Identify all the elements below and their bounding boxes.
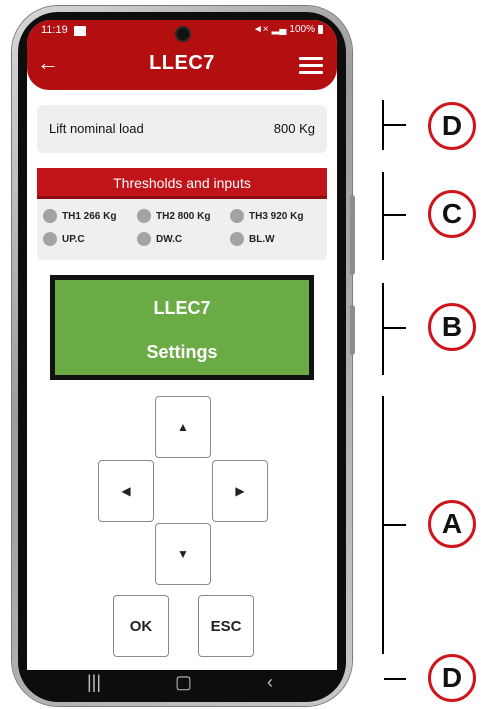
- status-icons: ◄× ▂▄ 100%: [253, 24, 323, 35]
- indicator-label: TH2 800 Kg: [156, 210, 211, 222]
- down-button[interactable]: ▼: [155, 523, 211, 585]
- up-button[interactable]: ▲: [155, 396, 211, 458]
- callout-tick: [384, 124, 406, 126]
- home-icon[interactable]: ▢: [175, 672, 192, 693]
- led-icon: [137, 232, 151, 246]
- recents-icon[interactable]: |||: [87, 672, 101, 693]
- callout-badge-d-bottom: D: [428, 654, 476, 702]
- callout-badge-c: C: [428, 190, 476, 238]
- volume-key: [350, 195, 355, 275]
- lcd-line-1: LLEC7: [153, 298, 211, 318]
- left-button[interactable]: ◀: [98, 460, 154, 522]
- nominal-load-label: Lift nominal load: [49, 121, 144, 136]
- callout-bracket-b: [382, 283, 384, 375]
- nominal-load-value: 800 Kg: [273, 121, 315, 136]
- led-icon: [230, 232, 244, 246]
- gallery-notification-icon: [74, 26, 86, 36]
- hamburger-menu-icon[interactable]: [299, 57, 323, 74]
- signal-icon: ▂▄: [271, 24, 287, 35]
- callout-bracket-c: [382, 172, 384, 260]
- ok-label: OK: [129, 617, 153, 635]
- callout-tick: [384, 214, 406, 216]
- right-button[interactable]: ▶: [212, 460, 268, 522]
- back-icon[interactable]: ‹: [267, 672, 273, 693]
- thresholds-panel: Thresholds and inputs TH1 266 Kg TH2 800…: [37, 168, 327, 260]
- callout-tick: [384, 524, 406, 526]
- callout-badge-d: D: [428, 102, 476, 150]
- callout-tick: [384, 327, 406, 329]
- callout-badge-a: A: [428, 500, 476, 548]
- arrow-up-icon: ▲: [177, 420, 189, 434]
- indicator-th3: TH3 920 Kg: [230, 209, 303, 223]
- indicator-label: TH3 920 Kg: [249, 210, 304, 222]
- app-bar: 11:19 ◄× ▂▄ 100% ← LLEC7: [27, 20, 337, 90]
- mute-icon: ◄×: [252, 24, 269, 35]
- arrow-left-icon: ◀: [121, 484, 131, 498]
- nominal-load-row: Lift nominal load 800 Kg: [37, 105, 327, 153]
- led-icon: [230, 209, 244, 223]
- callout-badge-b: B: [428, 303, 476, 351]
- ok-button[interactable]: OK: [113, 595, 169, 657]
- indicator-up-c: UP.C: [43, 232, 85, 246]
- system-nav-bar: ||| ▢ ‹: [27, 668, 337, 704]
- figure: 11:19 ◄× ▂▄ 100% ← LLEC7 Lift nominal lo…: [0, 0, 485, 709]
- lcd-display: LLEC7 Settings: [50, 275, 314, 380]
- front-camera: [177, 28, 189, 40]
- power-key: [350, 305, 355, 355]
- status-time: 11:19: [41, 24, 68, 36]
- battery-percent: 100%: [289, 24, 315, 35]
- arrow-right-icon: ▶: [235, 484, 245, 498]
- thresholds-title: Thresholds and inputs: [37, 168, 327, 199]
- page-title: LLEC7: [149, 52, 215, 74]
- esc-button[interactable]: ESC: [198, 595, 254, 657]
- led-icon: [43, 232, 57, 246]
- callout-tick: [384, 678, 406, 680]
- led-icon: [137, 209, 151, 223]
- led-icon: [43, 209, 57, 223]
- battery-icon: [318, 25, 323, 34]
- indicator-th2: TH2 800 Kg: [137, 209, 210, 223]
- arrow-down-icon: ▼: [177, 547, 189, 561]
- indicator-dw-c: DW.C: [137, 232, 182, 246]
- indicator-label: BL.W: [249, 233, 275, 245]
- indicator-label: TH1 266 Kg: [62, 210, 117, 222]
- esc-label: ESC: [210, 617, 242, 635]
- indicator-bl-w: BL.W: [230, 232, 275, 246]
- indicator-th1: TH1 266 Kg: [43, 209, 116, 223]
- lcd-line-2: Settings: [146, 342, 218, 362]
- indicator-label: UP.C: [62, 233, 85, 245]
- app-screen: 11:19 ◄× ▂▄ 100% ← LLEC7 Lift nominal lo…: [27, 20, 337, 670]
- indicator-label: DW.C: [156, 233, 183, 245]
